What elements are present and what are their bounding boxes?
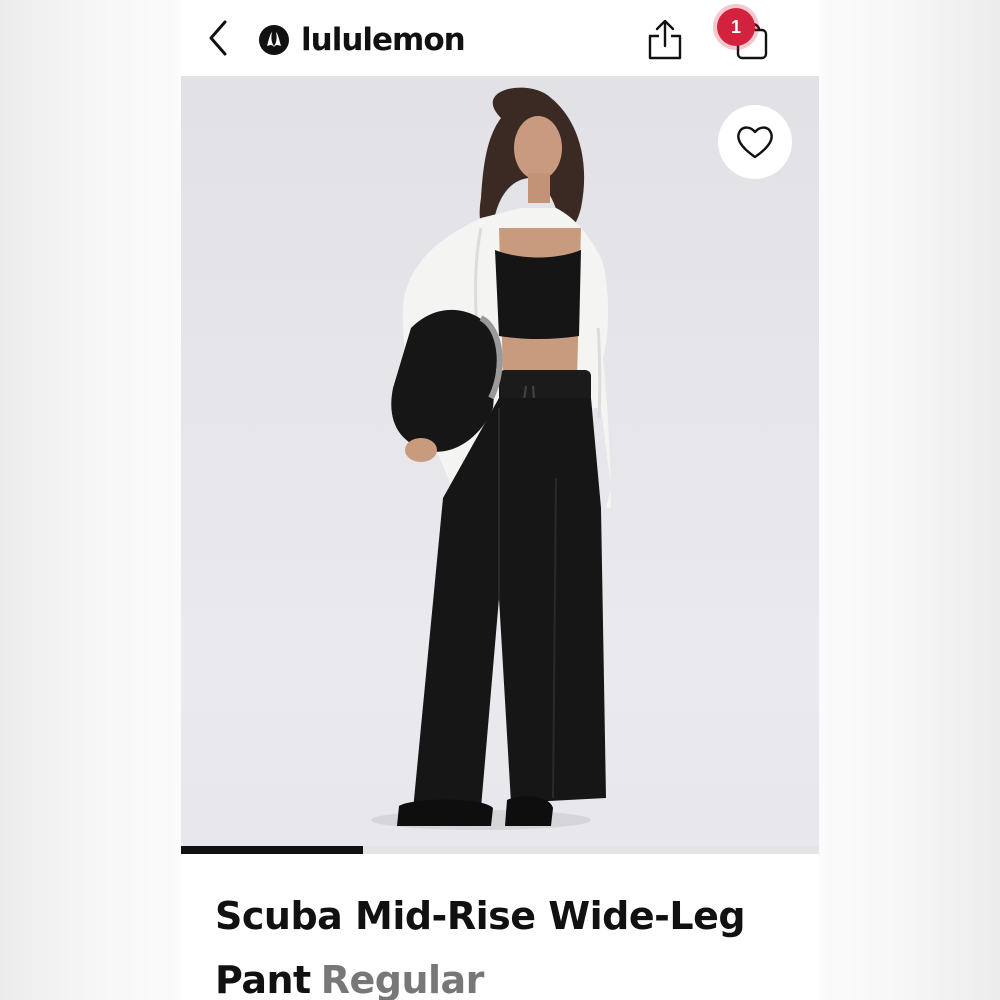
product-variant: Regular [320,958,485,1000]
back-button[interactable] [201,18,237,58]
brand-name: lululemon [301,22,466,58]
model-photo [371,87,611,830]
image-gallery-progress-fill [181,846,363,854]
image-gallery-progress [181,846,819,854]
share-button[interactable] [645,16,685,62]
product-title: Scuba Mid-Rise Wide-Leg Pant Regular [215,884,795,1000]
chevron-left-icon [209,20,227,56]
bag-count-badge: 1 [717,8,755,46]
top-nav-bar: lululemon 1 [181,0,819,78]
product-image[interactable] [181,78,819,846]
product-name-suffix: Pant [215,958,311,1000]
product-name-line-2: Pant Regular [215,948,795,1000]
lululemon-logo-icon [259,25,289,55]
product-name-line-1: Scuba Mid-Rise Wide-Leg [215,894,746,938]
brand-logo[interactable]: lululemon [259,20,466,60]
share-icon [648,19,682,60]
wishlist-button[interactable] [718,105,792,179]
heart-icon [737,126,773,159]
product-page: lululemon 1 Scuba Mid-Rise Wide-Leg Pant… [181,0,819,1000]
